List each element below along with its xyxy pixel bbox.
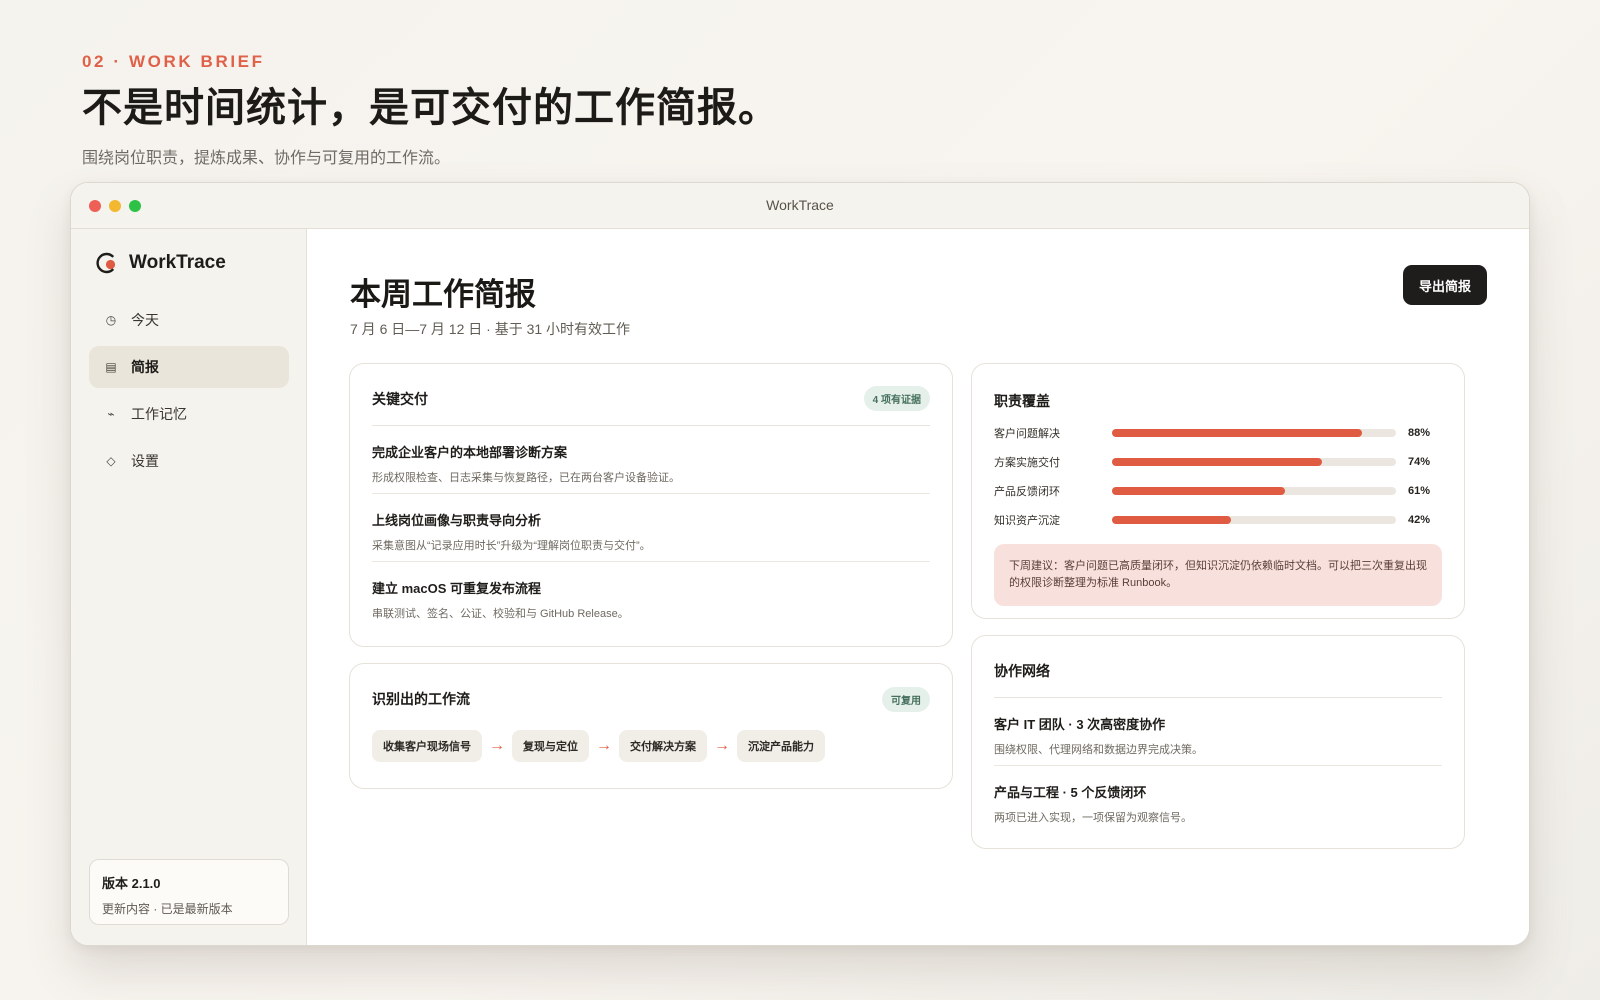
metric-fill [1112, 457, 1323, 466]
app-window: WorkTrace WorkTrace ◷ 今天 ▤ 简报 ⌁ 工作记忆 ◇ 设… [70, 182, 1530, 946]
card-header: 协作网络 [994, 654, 1442, 698]
evidence-badge: 4 项有证据 [863, 386, 930, 411]
workflow-step[interactable]: 复现与定位 [512, 730, 589, 762]
collaboration-description: 两项已进入实现，一项保留为观察信号。 [994, 812, 1192, 824]
metric-label: 客户问题解决 [994, 427, 1060, 440]
coverage-metric: 客户问题解决 88% [994, 418, 1442, 447]
collaboration-network-card: 协作网络 客户 IT 团队 · 3 次高密度协作 围绕权限、代理网络和数据边界完… [971, 635, 1465, 849]
diamond-icon: ◇ [106, 454, 116, 468]
sidebar-nav: ◷ 今天 ▤ 简报 ⌁ 工作记忆 ◇ 设置 [89, 299, 289, 487]
deliverable-title: 建立 macOS 可重复发布流程 [372, 581, 542, 596]
deliverable-description: 串联测试、签名、公证、校验和与 GitHub Release。 [372, 608, 629, 620]
sidebar-item-today[interactable]: ◷ 今天 [89, 299, 289, 341]
deliverable-description: 采集意图从“记录应用时长”升级为“理解岗位职责与交付”。 [372, 540, 651, 552]
sidebar-item-label: 今天 [131, 312, 159, 328]
metric-value: 74% [1408, 455, 1431, 468]
deliverable-description: 形成权限检查、日志采集与恢复路径，已在两台客户设备验证。 [372, 472, 680, 484]
card-header: 识别出的工作流 可复用 [372, 682, 930, 716]
window-titlebar[interactable]: WorkTrace [71, 183, 1529, 229]
main-content: 本周工作简报 7 月 6 日—7 月 12 日 · 基于 31 小时有效工作 导… [307, 229, 1529, 945]
card-title: 协作网络 [994, 662, 1050, 679]
collaboration-title: 客户 IT 团队 · 3 次高密度协作 [994, 717, 1166, 732]
metric-track [1112, 428, 1396, 437]
deliverable-title: 完成企业客户的本地部署诊断方案 [372, 445, 568, 460]
key-deliverables-card: 关键交付 4 项有证据 完成企业客户的本地部署诊断方案 形成权限检查、日志采集与… [349, 363, 953, 647]
sidebar-item-label: 工作记忆 [131, 406, 187, 422]
metric-label: 产品反馈闭环 [994, 485, 1060, 498]
card-title: 关键交付 [372, 390, 428, 407]
metric-track [1112, 515, 1396, 524]
responsibility-coverage-card: 职责覆盖 客户问题解决 88% 方案实施交付 74% 产品反馈闭环 61% 知识… [971, 363, 1465, 619]
metric-fill [1112, 486, 1286, 495]
hero-eyebrow: 02 · WORK BRIEF [82, 52, 265, 71]
version-title: 版本 2.1.0 [102, 876, 161, 891]
next-week-suggestion: 下周建议：客户问题已高质量闭环，但知识沉淀仍依赖临时文档。可以把三次重复出现的权… [994, 544, 1442, 606]
collaboration-item[interactable]: 产品与工程 · 5 个反馈闭环 两项已进入实现，一项保留为观察信号。 [994, 766, 1442, 834]
sidebar-item-work-memory[interactable]: ⌁ 工作记忆 [89, 393, 289, 435]
hero-subtitle: 围绕岗位职责，提炼成果、协作与可复用的工作流。 [82, 150, 451, 167]
page-title: 本周工作简报 [350, 277, 536, 313]
card-header: 关键交付 4 项有证据 [372, 382, 930, 426]
brand-name: WorkTrace [129, 252, 226, 273]
window-title: WorkTrace [766, 197, 834, 213]
worktrace-logo-icon [95, 251, 119, 275]
collaboration-title: 产品与工程 · 5 个反馈闭环 [994, 785, 1147, 800]
workflow-step[interactable]: 沉淀产品能力 [737, 730, 825, 762]
export-brief-button[interactable]: 导出简报 [1403, 265, 1487, 305]
workflow-steps: 收集客户现场信号 → 复现与定位 → 交付解决方案 → 沉淀产品能力 [372, 730, 930, 762]
arrow-right-icon: → [489, 737, 505, 754]
deliverable-title: 上线岗位画像与职责导向分析 [372, 513, 542, 528]
card-title: 职责覆盖 [994, 393, 1050, 409]
metric-label: 知识资产沉淀 [994, 514, 1060, 527]
collaboration-description: 围绕权限、代理网络和数据边界完成决策。 [994, 744, 1203, 756]
sidebar-item-label: 简报 [131, 359, 159, 375]
document-icon: ▤ [105, 360, 117, 374]
arrow-right-icon: → [714, 737, 730, 754]
arrow-right-icon: → [596, 737, 612, 754]
metric-fill [1112, 428, 1362, 437]
card-title: 识别出的工作流 [372, 691, 470, 707]
version-subtitle: 更新内容 · 已是最新版本 [102, 902, 233, 916]
metric-value: 61% [1408, 484, 1431, 497]
deliverable-item[interactable]: 完成企业客户的本地部署诊断方案 形成权限检查、日志采集与恢复路径，已在两台客户设… [372, 426, 930, 494]
coverage-metric: 知识资产沉淀 42% [994, 505, 1442, 534]
reusable-badge: 可复用 [882, 686, 930, 712]
clock-icon: ◷ [105, 313, 117, 327]
sidebar-item-brief[interactable]: ▤ 简报 [89, 346, 289, 388]
card-header: 职责覆盖 [994, 384, 1442, 418]
page-subtitle: 7 月 6 日—7 月 12 日 · 基于 31 小时有效工作 [350, 321, 631, 337]
sidebar: WorkTrace ◷ 今天 ▤ 简报 ⌁ 工作记忆 ◇ 设置 版本 2.1.0… [71, 229, 307, 945]
brand[interactable]: WorkTrace [95, 251, 226, 275]
workflow-card: 识别出的工作流 可复用 收集客户现场信号 → 复现与定位 → 交付解决方案 → … [349, 663, 953, 789]
workflow-step[interactable]: 收集客户现场信号 [372, 730, 482, 762]
activity-icon: ⌁ [107, 407, 115, 421]
sidebar-item-settings[interactable]: ◇ 设置 [89, 440, 289, 482]
metric-label: 方案实施交付 [994, 456, 1060, 469]
collaboration-item[interactable]: 客户 IT 团队 · 3 次高密度协作 围绕权限、代理网络和数据边界完成决策。 [994, 698, 1442, 766]
deliverable-item[interactable]: 建立 macOS 可重复发布流程 串联测试、签名、公证、校验和与 GitHub … [372, 562, 930, 630]
metric-fill [1112, 515, 1232, 524]
version-card[interactable]: 版本 2.1.0 更新内容 · 已是最新版本 [89, 859, 289, 925]
metric-value: 88% [1408, 426, 1431, 439]
metric-track [1112, 457, 1396, 466]
hero-title: 不是时间统计，是可交付的工作简报。 [82, 84, 779, 131]
workflow-step[interactable]: 交付解决方案 [619, 730, 707, 762]
sidebar-item-label: 设置 [131, 453, 159, 469]
metric-track [1112, 486, 1396, 495]
coverage-metric: 方案实施交付 74% [994, 447, 1442, 476]
coverage-metric: 产品反馈闭环 61% [994, 476, 1442, 505]
metric-value: 42% [1408, 513, 1431, 526]
deliverable-item[interactable]: 上线岗位画像与职责导向分析 采集意图从“记录应用时长”升级为“理解岗位职责与交付… [372, 494, 930, 562]
hero-section: 02 · WORK BRIEF 不是时间统计，是可交付的工作简报。 围绕岗位职责… [82, 52, 779, 168]
